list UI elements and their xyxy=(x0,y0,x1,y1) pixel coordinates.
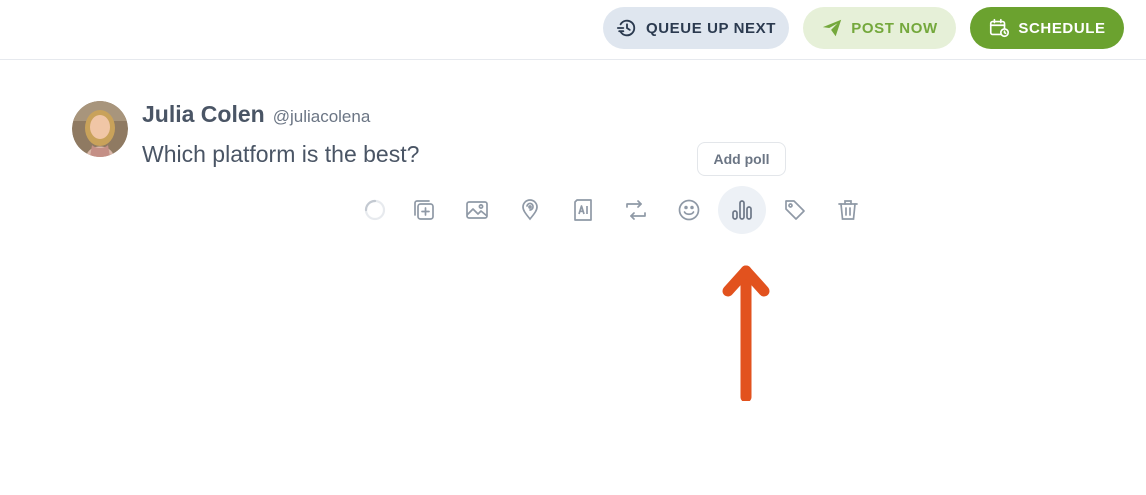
author-handle: @juliacolena xyxy=(272,107,371,126)
action-bar: QUEUE UP NEXT POST NOW SCHEDULE xyxy=(0,0,1146,60)
queue-up-next-button[interactable]: QUEUE UP NEXT xyxy=(603,7,789,49)
retweet-icon[interactable] xyxy=(616,190,656,230)
schedule-button[interactable]: SCHEDULE xyxy=(970,7,1124,49)
avatar xyxy=(72,101,128,157)
post-author: Julia Colen @juliacolena xyxy=(142,101,370,131)
calendar-clock-icon xyxy=(988,17,1010,39)
add-poll-tooltip: Add poll xyxy=(697,142,786,176)
emoji-icon[interactable] xyxy=(669,190,709,230)
poll-icon[interactable] xyxy=(718,186,766,234)
loading-spinner-icon xyxy=(355,190,395,230)
add-thread-icon[interactable] xyxy=(404,190,444,230)
queue-up-next-label: QUEUE UP NEXT xyxy=(645,19,777,37)
image-icon[interactable] xyxy=(457,190,497,230)
tag-icon[interactable] xyxy=(775,190,815,230)
ai-icon[interactable] xyxy=(563,190,603,230)
post-now-button[interactable]: POST NOW xyxy=(803,7,956,49)
location-icon[interactable] xyxy=(510,190,550,230)
paper-plane-icon xyxy=(821,17,843,39)
post-now-label: POST NOW xyxy=(851,19,938,37)
post-text[interactable]: Which platform is the best? xyxy=(142,141,419,168)
author-name: Julia Colen xyxy=(142,101,265,127)
trash-icon[interactable] xyxy=(828,190,868,230)
annotation-arrow-icon xyxy=(722,265,770,403)
schedule-label: SCHEDULE xyxy=(1018,19,1106,37)
queue-clock-icon xyxy=(616,17,638,39)
